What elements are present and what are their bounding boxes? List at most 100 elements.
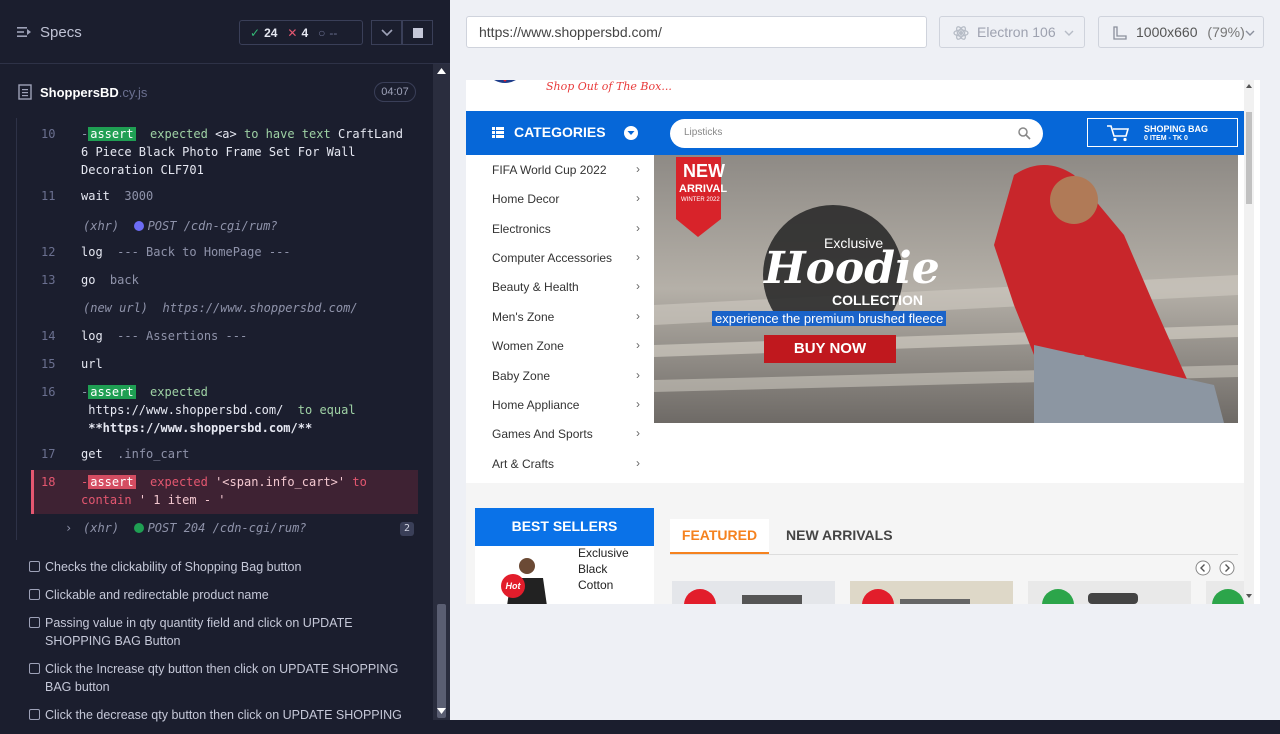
reporter-scrollbar[interactable]	[433, 64, 450, 720]
command-number: 12	[41, 245, 56, 259]
browser-selector[interactable]: Electron 106	[939, 16, 1085, 48]
search-placeholder: Lipsticks	[684, 127, 723, 138]
chevron-right-icon: ›	[636, 250, 640, 264]
category-item[interactable]: Baby Zone	[492, 369, 550, 383]
xhr-dot-icon	[133, 221, 144, 231]
banner-tagline: experience the premium brushed fleece	[712, 311, 947, 326]
chevron-down-icon	[1245, 30, 1255, 36]
category-item[interactable]: Home Appliance	[492, 398, 579, 412]
collapse-button[interactable]	[371, 20, 402, 45]
search-icon[interactable]	[1018, 127, 1031, 140]
aut-iframe: Shop Out of The Box... CATEGORIES Lipsti…	[466, 80, 1260, 604]
product-card[interactable]	[672, 581, 835, 604]
product-name[interactable]: Exclusive Black Cotton	[578, 545, 644, 593]
scrollbar-thumb[interactable]	[1246, 112, 1252, 204]
scroll-up-icon[interactable]	[1246, 84, 1252, 88]
category-menu: FIFA World Cup 2022 › Home Decor › Electro…	[476, 155, 654, 483]
spec-duration: 04:07	[374, 82, 416, 102]
site-search-input[interactable]: Lipsticks	[670, 119, 1043, 148]
failed-command-row[interactable]: 18 - assert expected '<span.info_cart>' t…	[31, 470, 418, 514]
failed-count: 4	[301, 25, 309, 40]
category-item[interactable]: Computer Accessories	[492, 251, 612, 265]
cypress-reporter: Specs ✓ 24 ✕ 4 ○ -- ShoppersBD.cy.js 04:…	[0, 0, 450, 722]
category-item[interactable]: Games And Sports	[492, 427, 593, 441]
test-item[interactable]: Passing value in qty quantity field and …	[26, 614, 406, 650]
product-card[interactable]	[1028, 581, 1191, 604]
scroll-up-icon[interactable]	[437, 68, 446, 74]
command-text: log --- Assertions ---	[81, 329, 248, 343]
test-status-icon	[29, 709, 40, 720]
ruler-icon	[1113, 26, 1127, 40]
category-item[interactable]: Women Zone	[492, 339, 564, 353]
command-row[interactable]: 16 - assert expected https://www.shoppers…	[17, 383, 418, 439]
product-card[interactable]	[1206, 581, 1246, 604]
browser-label: Electron 106	[977, 24, 1056, 40]
chevron-right-icon: ›	[636, 338, 640, 352]
carousel-prev-icon[interactable]	[1195, 560, 1211, 576]
chevron-right-icon: ›	[636, 162, 640, 176]
chevron-right-icon: ›	[636, 309, 640, 323]
test-item[interactable]: Click the decrease qty button then click…	[26, 706, 406, 724]
tab-featured[interactable]: FEATURED	[670, 519, 769, 555]
product-card[interactable]	[850, 581, 1013, 604]
viewport-scale: (79%)	[1207, 24, 1245, 40]
xhr-row[interactable]: › (xhr) POST 204 /cdn-cgi/rum? 2	[17, 519, 418, 539]
banner-hoodie: Hoodie	[764, 243, 940, 294]
app-preview-pane: https://www.shoppersbd.com/ Electron 106…	[450, 0, 1280, 720]
spec-file-name: ShoppersBD.cy.js	[40, 85, 148, 100]
command-number: 13	[41, 273, 56, 287]
command-number: 17	[41, 447, 56, 461]
specs-label[interactable]: Specs	[40, 24, 82, 41]
chevron-right-icon[interactable]: ›	[65, 519, 72, 537]
category-item[interactable]: FIFA World Cup 2022	[492, 163, 607, 177]
command-text: - assert expected <a> to have text CraftL…	[81, 127, 403, 177]
chevron-right-icon: ›	[636, 368, 640, 382]
aut-scrollbar[interactable]	[1244, 80, 1254, 604]
specs-list-icon[interactable]	[16, 24, 32, 40]
site-tagline: Shop Out of The Box...	[546, 80, 672, 93]
test-item[interactable]: Checks the clickability of Shopping Bag …	[26, 558, 406, 576]
category-item[interactable]: Art & Crafts	[492, 457, 554, 471]
category-item[interactable]: Electronics	[492, 222, 551, 236]
test-title: Passing value in qty quantity field and …	[45, 616, 353, 648]
categories-button[interactable]: CATEGORIES	[466, 111, 654, 155]
url-bar[interactable]: https://www.shoppersbd.com/	[466, 16, 927, 48]
xhr-text: (xhr) POST 204 /cdn-cgi/rum?	[83, 521, 307, 535]
chevron-right-icon: ›	[636, 191, 640, 205]
site-logo[interactable]	[484, 80, 526, 90]
category-item[interactable]: Beauty & Health	[492, 280, 579, 294]
sticker-arrival: ARRIVAL	[679, 183, 728, 195]
list-icon	[492, 127, 504, 138]
command-number: 15	[41, 357, 56, 371]
carousel-next-icon[interactable]	[1219, 560, 1235, 576]
passed-check-icon: ✓	[250, 25, 261, 40]
viewport-selector[interactable]: 1000x660 (79%)	[1098, 16, 1264, 48]
command-text: get .info_cart	[81, 447, 190, 461]
command-row[interactable]: 10 - assert expected <a> to have text Cra…	[17, 125, 418, 181]
stop-button[interactable]	[402, 20, 433, 45]
scroll-down-icon[interactable]	[437, 708, 446, 714]
categories-label: CATEGORIES	[514, 124, 606, 140]
chevron-right-icon: ›	[636, 221, 640, 235]
buy-now-button[interactable]: BUY NOW	[764, 335, 896, 363]
category-item[interactable]: Home Decor	[492, 192, 559, 206]
best-sellers-list: Hot Exclusive Black Cotton	[475, 546, 654, 604]
scroll-down-icon[interactable]	[1246, 594, 1252, 598]
command-number: 11	[41, 189, 56, 203]
test-item[interactable]: Clickable and redirectable product name	[26, 586, 406, 604]
chevron-down-icon	[380, 28, 393, 36]
tab-new-arrivals[interactable]: NEW ARRIVALS	[786, 519, 893, 551]
command-text: - assert expected '<span.info_cart>' to c…	[81, 475, 367, 507]
chevron-down-icon	[1064, 30, 1074, 36]
hero-banner[interactable]: NEW ARRIVAL WINTER 2022 Exclusive Hoodie…	[654, 155, 1238, 423]
spec-file-header[interactable]: ShoppersBD.cy.js 04:07	[0, 76, 433, 108]
chevron-down-circle-icon	[624, 126, 638, 140]
pending-count: --	[329, 25, 338, 40]
test-list: Checks the clickability of Shopping Bag …	[26, 558, 406, 734]
hot-badge: Hot	[501, 574, 525, 598]
scrollbar-thumb[interactable]	[437, 604, 446, 718]
stop-icon	[412, 27, 423, 38]
category-item[interactable]: Men's Zone	[492, 310, 554, 324]
shopping-bag-button[interactable]: SHOPING BAG 0 ITEM - TK 0	[1087, 118, 1238, 147]
test-item[interactable]: Click the Increase qty button then click…	[26, 660, 406, 696]
